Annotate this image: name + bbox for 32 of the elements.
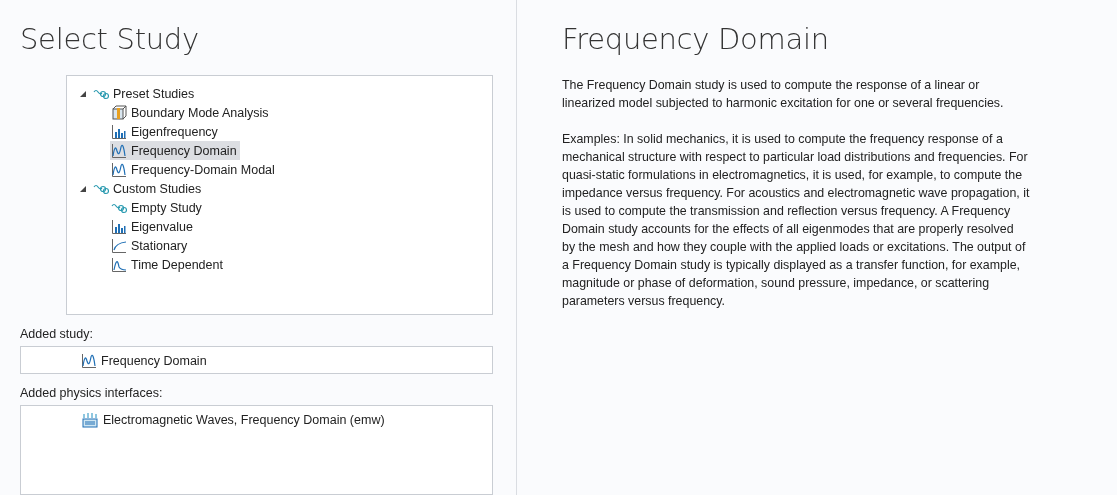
link-icon — [93, 87, 109, 100]
tree-item[interactable]: Empty Study — [110, 198, 205, 217]
expanded-arrow-icon[interactable] — [79, 89, 87, 98]
tree-item[interactable]: Eigenfrequency — [110, 122, 221, 141]
list-item[interactable]: Frequency Domain — [81, 351, 207, 370]
tree-item[interactable]: Custom Studies — [92, 179, 205, 198]
tree-item[interactable]: Time Dependent — [110, 255, 226, 274]
tree-item[interactable]: Frequency Domain — [110, 141, 240, 160]
description-paragraph: The Frequency Domain study is used to compute the response of a linear or linearized model subjected to harmonic excitation for one or several frequencies. — [562, 77, 1005, 112]
curve-icon — [111, 237, 127, 254]
bar-chart-icon — [111, 123, 127, 140]
description-paragraph: Examples: In solid mechanics, it is used to compute the frequency response of a mechanical structure with respect to particular load distributions and frequencies. For quasi-static formulations in electromagnetics, it is used, for example, to compute the impedance versus frequency. For acoustics and electromagnetic wave propagation, it is used to compute the transmission and reflection versus frequency. A Frequency Domain study accounts for the effects of all eigenmodes that are properly resolved by the mesh and how they couple with the applied loads or excitations. The output of a Frequency Domain study is typically displayed as a transfer function, for example, magnitude or phase of deformation, sound pressure, impedance, or scattering parameters versus frequency. — [562, 131, 1030, 310]
section-label: Added physics interfaces: — [20, 386, 163, 400]
tree-item[interactable]: Boundary Mode Analysis — [110, 103, 272, 122]
wave-icon — [111, 142, 127, 159]
link-icon — [111, 201, 127, 214]
pulse-icon — [111, 256, 127, 273]
tree-item[interactable]: Frequency-Domain Modal — [110, 160, 278, 179]
section-label: Added study: — [20, 327, 93, 341]
tree-item[interactable]: Preset Studies — [92, 84, 198, 103]
list-item[interactable]: Electromagnetic Waves, Frequency Domain (emw) — [81, 410, 385, 429]
cube-icon — [111, 104, 127, 121]
tree-item[interactable]: Eigenvalue — [110, 217, 196, 236]
link-icon — [93, 182, 109, 195]
page-title: Select Study — [20, 22, 200, 56]
tree-item[interactable]: Stationary — [110, 236, 191, 255]
wave-icon — [111, 161, 127, 178]
antenna-icon — [81, 411, 99, 428]
wave-icon — [81, 352, 97, 369]
bar-chart-icon — [111, 218, 127, 235]
expanded-arrow-icon[interactable] — [79, 184, 87, 193]
study-title: Frequency Domain — [562, 22, 830, 56]
